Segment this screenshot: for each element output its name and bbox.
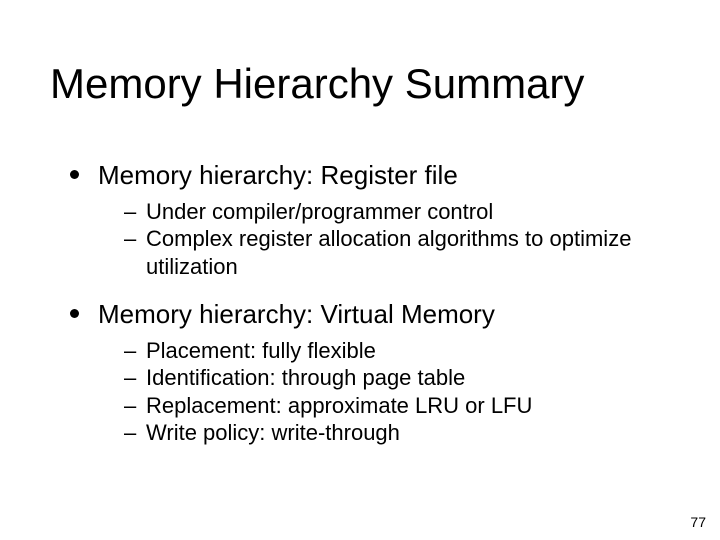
page-number: 77 (690, 514, 706, 530)
slide-title: Memory Hierarchy Summary (50, 62, 584, 106)
bullet-level2: Complex register allocation algorithms t… (124, 225, 665, 280)
bullet-level2-group: Under compiler/programmer control Comple… (70, 198, 665, 281)
bullet-level2: Replacement: approximate LRU or LFU (124, 392, 665, 420)
bullet-text: Under compiler/programmer control (146, 199, 493, 224)
bullet-level2: Placement: fully flexible (124, 337, 665, 365)
slide-body: Memory hierarchy: Register file Under co… (70, 155, 665, 465)
slide: Memory Hierarchy Summary Memory hierarch… (0, 0, 720, 540)
bullet-text: Identification: through page table (146, 365, 465, 390)
bullet-text: Memory hierarchy: Virtual Memory (98, 299, 495, 329)
bullet-text: Placement: fully flexible (146, 338, 376, 363)
bullet-level2-group: Placement: fully flexible Identification… (70, 337, 665, 447)
bullet-level2: Identification: through page table (124, 364, 665, 392)
bullet-level1: Memory hierarchy: Virtual Memory (70, 298, 665, 331)
bullet-text: Memory hierarchy: Register file (98, 160, 458, 190)
bullet-text: Complex register allocation algorithms t… (146, 226, 631, 279)
bullet-text: Replacement: approximate LRU or LFU (146, 393, 532, 418)
bullet-level2: Write policy: write-through (124, 419, 665, 447)
bullet-level1: Memory hierarchy: Register file (70, 159, 665, 192)
bullet-level2: Under compiler/programmer control (124, 198, 665, 226)
bullet-text: Write policy: write-through (146, 420, 400, 445)
